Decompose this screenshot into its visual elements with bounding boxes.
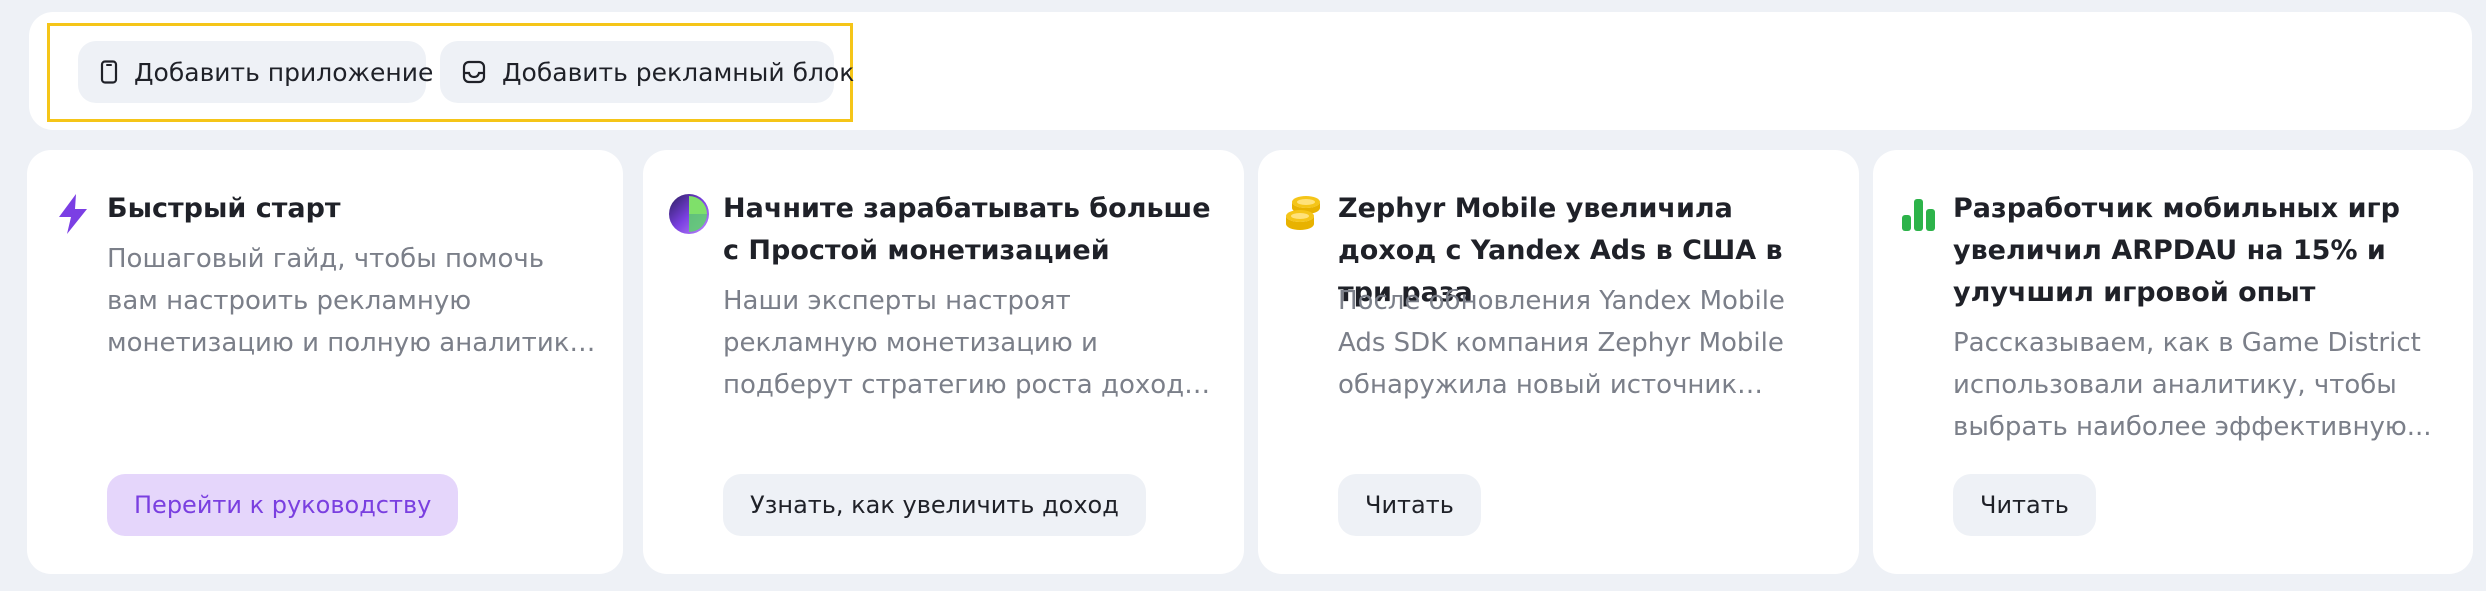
- read-game-district-button[interactable]: Читать: [1953, 474, 2096, 536]
- add-ad-block-label: Добавить рекламный блок: [502, 57, 855, 87]
- phone-icon: [100, 60, 118, 84]
- card-title: Разработчик мобильных игр увеличил ARPDA…: [1953, 193, 2400, 308]
- learn-increase-income-button[interactable]: Узнать, как увеличить доход: [723, 474, 1146, 536]
- game-developer-case-card: Разработчик мобильных игр увеличил ARPDA…: [1873, 150, 2473, 574]
- add-ad-block-button[interactable]: Добавить рекламный блок: [440, 41, 854, 103]
- card-description: После обновления Yandex Mobile Ads SDK к…: [1338, 286, 1785, 400]
- ad-block-icon: [462, 60, 486, 84]
- add-app-button[interactable]: Добавить приложение: [78, 41, 433, 103]
- go-to-guide-button[interactable]: Перейти к руководству: [107, 474, 459, 536]
- card-description: Пошаговый гайд, чтобы помочь вам настрои…: [107, 244, 585, 358]
- quick-start-card: Быстрый старт Пошаговый гайд, чтобы помо…: [27, 150, 623, 574]
- card-title: Быстрый старт: [107, 193, 341, 224]
- coins-icon: [1282, 192, 1326, 236]
- add-app-label: Добавить приложение: [134, 57, 434, 87]
- card-description: Рассказываем, как в Game District исполь…: [1953, 328, 2432, 442]
- monetization-logo-icon: [667, 192, 711, 236]
- simple-monetization-card: Начните зарабатывать больше с Простой мо…: [643, 150, 1244, 574]
- bar-chart-icon: [1897, 192, 1941, 236]
- read-zephyr-button[interactable]: Читать: [1338, 474, 1481, 536]
- card-description: Наши эксперты настроят рекламную монетиз…: [723, 286, 1201, 400]
- lightning-icon: [51, 192, 95, 236]
- zephyr-case-card: Zephyr Mobile увеличила доход с Yandex A…: [1258, 150, 1859, 574]
- card-title: Начните зарабатывать больше с Простой мо…: [723, 193, 1211, 266]
